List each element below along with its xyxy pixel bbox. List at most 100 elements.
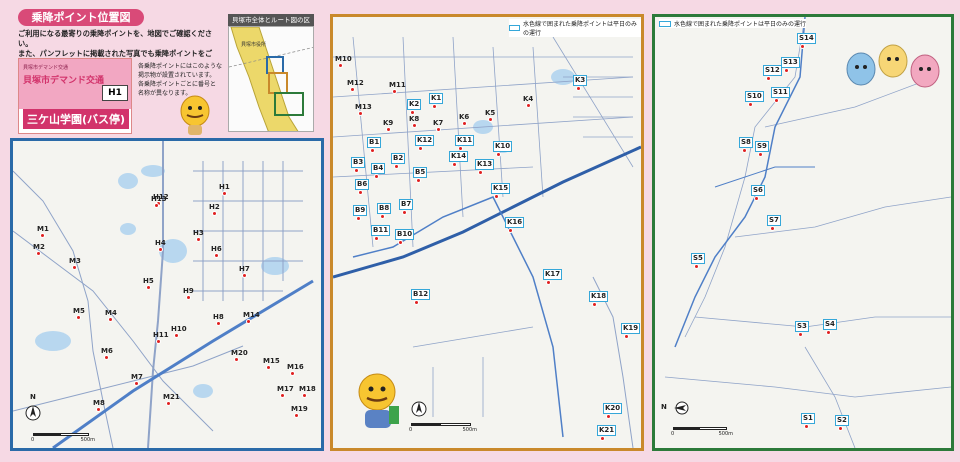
stop-label: K16 [505, 217, 525, 228]
region-map-label: 貝塚市役所 [241, 42, 267, 48]
map-panel-1[interactable]: M1 M2 M3 M4 M5 M6 M7 M8 H1 H2 H3 H4 H5 H6 H7 H8 H9 H10 H11… [10, 138, 324, 451]
section-heading: 乗降ポイント位置図 [18, 9, 144, 26]
stop-marker-s11[interactable]: S11 [771, 87, 790, 103]
stop-marker-m10[interactable]: M10 [335, 55, 352, 68]
stop-marker-s2[interactable]: S2 [835, 415, 849, 431]
stop-marker-k5[interactable]: K5 [485, 109, 495, 122]
stop-marker-m5[interactable]: M5 [73, 307, 85, 320]
stop-dot-icon [246, 319, 251, 324]
stop-marker-k15[interactable]: K15 [491, 183, 511, 199]
stop-dot-icon [576, 86, 581, 91]
stop-marker-b12[interactable]: B12 [411, 289, 431, 305]
stop-marker-h5[interactable]: H5 [143, 277, 154, 290]
stop-marker-b3[interactable]: B3 [351, 157, 366, 173]
map-panel-3[interactable]: 水色線で囲まれた乗降ポイントは平日のみの運行 S14 S13 S12 S11 S10 S9… [652, 14, 954, 451]
stop-marker-k11[interactable]: K11 [455, 135, 475, 151]
stop-marker-m17[interactable]: M17 [277, 385, 294, 398]
stop-marker-b10[interactable]: B10 [395, 229, 415, 245]
stop-marker-h4[interactable]: H4 [155, 239, 166, 252]
stop-marker-k20[interactable]: K20 [603, 403, 623, 419]
stop-dot-icon [432, 104, 437, 109]
stop-dot-icon [412, 123, 417, 128]
sign-logo: 貝塚市デマンド交通 [23, 76, 105, 86]
stop-label: H10 [171, 325, 187, 333]
stop-marker-m7[interactable]: M7 [131, 373, 143, 386]
stop-marker-k19[interactable]: K19 [621, 323, 641, 339]
stop-marker-s14[interactable]: S14 [797, 33, 816, 49]
stop-marker-k9[interactable]: K9 [383, 119, 393, 132]
stop-marker-h7[interactable]: H7 [239, 265, 250, 278]
stop-dot-icon [374, 174, 379, 179]
stop-marker-b1[interactable]: B1 [367, 137, 382, 153]
stop-marker-m14[interactable]: M14 [243, 311, 260, 324]
stop-marker-b6[interactable]: B6 [355, 179, 370, 195]
stop-dot-icon [266, 365, 271, 370]
stop-marker-m19[interactable]: M19 [291, 405, 308, 418]
stop-marker-m8[interactable]: M8 [93, 399, 105, 412]
legend-panel-3: 水色線で囲まれた乗降ポイントは平日のみの運行 [659, 19, 807, 28]
stop-marker-m3[interactable]: M3 [69, 257, 81, 270]
stop-marker-s4[interactable]: S4 [823, 319, 837, 335]
stop-marker-h13[interactable]: H13 [151, 195, 167, 208]
stop-marker-b9[interactable]: B9 [353, 205, 368, 221]
stop-marker-b4[interactable]: B4 [371, 163, 386, 179]
stop-marker-s8[interactable]: S8 [739, 137, 753, 153]
sign-code: H1 [102, 85, 128, 101]
stop-marker-h9[interactable]: H9 [183, 287, 194, 300]
stop-marker-m16[interactable]: M16 [287, 363, 304, 376]
stop-marker-k21[interactable]: K21 [597, 425, 617, 441]
stop-marker-k12[interactable]: K12 [415, 135, 435, 151]
stop-marker-h1[interactable]: H1 [219, 183, 230, 196]
stop-marker-h2[interactable]: H2 [209, 203, 220, 216]
stop-marker-k1[interactable]: K1 [429, 93, 444, 109]
stop-marker-m4[interactable]: M4 [105, 309, 117, 322]
stop-marker-m1[interactable]: M1 [37, 225, 49, 238]
stop-marker-h6[interactable]: H6 [211, 245, 222, 258]
stop-marker-s5[interactable]: S5 [691, 253, 705, 269]
stop-marker-k7[interactable]: K7 [433, 119, 443, 132]
stop-marker-s1[interactable]: S1 [801, 413, 815, 429]
stop-label: S7 [767, 215, 781, 226]
stop-marker-m2[interactable]: M2 [33, 243, 45, 256]
stop-marker-k2[interactable]: K2 [407, 99, 422, 115]
stop-marker-h11[interactable]: H11 [153, 331, 169, 344]
stop-marker-k8[interactable]: K8 [409, 115, 419, 128]
stop-marker-b5[interactable]: B5 [413, 167, 428, 183]
stop-marker-k10[interactable]: K10 [493, 141, 513, 157]
stop-label: M21 [163, 393, 180, 401]
stop-marker-h8[interactable]: H8 [213, 313, 224, 326]
scale-max: 500m [718, 431, 733, 437]
stop-marker-m15[interactable]: M15 [263, 357, 280, 370]
stop-marker-k4[interactable]: K4 [523, 95, 533, 108]
stop-marker-m18[interactable]: M18 [299, 385, 316, 398]
stop-marker-m6[interactable]: M6 [101, 347, 113, 360]
stop-marker-k17[interactable]: K17 [543, 269, 563, 285]
stop-marker-b11[interactable]: B11 [371, 225, 391, 241]
stop-marker-k16[interactable]: K16 [505, 217, 525, 233]
stop-marker-s9[interactable]: S9 [755, 141, 769, 157]
stop-marker-s10[interactable]: S10 [745, 91, 764, 107]
stop-marker-k14[interactable]: K14 [449, 151, 469, 167]
stop-marker-s13[interactable]: S13 [781, 57, 800, 73]
stop-marker-s7[interactable]: S7 [767, 215, 781, 231]
stop-dot-icon [606, 414, 611, 419]
stop-marker-b7[interactable]: B7 [399, 199, 414, 215]
stop-marker-s12[interactable]: S12 [763, 65, 782, 81]
stop-marker-m13[interactable]: M13 [355, 103, 372, 116]
stop-marker-h3[interactable]: H3 [193, 229, 204, 242]
stop-marker-b2[interactable]: B2 [391, 153, 406, 169]
stop-marker-m11[interactable]: M11 [389, 81, 406, 94]
stop-marker-s6[interactable]: S6 [751, 185, 765, 201]
stop-marker-b8[interactable]: B8 [377, 203, 392, 219]
stop-marker-k3[interactable]: K3 [573, 75, 588, 91]
stop-marker-k13[interactable]: K13 [475, 159, 495, 175]
stop-marker-m21[interactable]: M21 [163, 393, 180, 406]
stop-marker-m12[interactable]: M12 [347, 79, 364, 92]
map-panel-2[interactable]: 水色線で囲まれた乗降ポイントは平日のみの運行 M10 M11 M12 M13 K1 K2 K… [330, 14, 644, 451]
stop-marker-h10[interactable]: H10 [171, 325, 187, 338]
stop-marker-k6[interactable]: K6 [459, 113, 469, 126]
north-arrow-icon [25, 405, 41, 421]
stop-marker-k18[interactable]: K18 [589, 291, 609, 307]
stop-marker-m20[interactable]: M20 [231, 349, 248, 362]
stop-marker-s3[interactable]: S3 [795, 321, 809, 337]
